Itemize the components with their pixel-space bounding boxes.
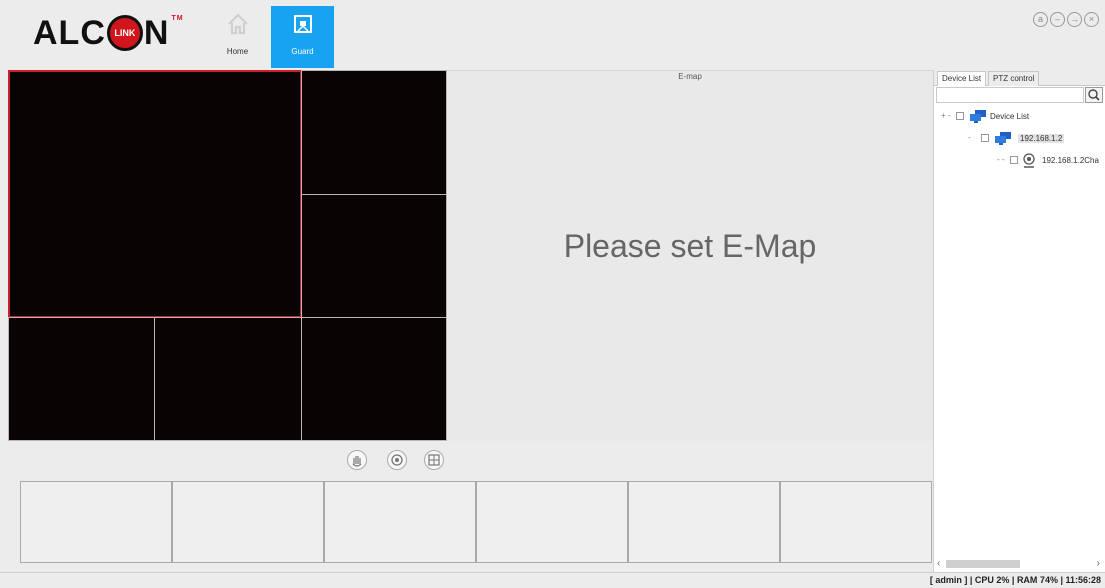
video-cell-3[interactable]	[301, 194, 447, 318]
scroll-right-icon[interactable]: ›	[1097, 558, 1100, 569]
view-toolbar	[8, 441, 933, 481]
logo-badge: LINK	[106, 15, 143, 51]
video-cell-5[interactable]	[154, 317, 302, 441]
hand-icon	[352, 456, 362, 467]
home-icon	[227, 13, 248, 35]
alcon-logo: ALC LINK N TM	[33, 13, 184, 53]
guard-icon	[293, 15, 312, 33]
record-icon	[391, 454, 403, 466]
snapshot-slot[interactable]	[20, 481, 172, 563]
tree-item-label: 192.168.1.2	[1018, 134, 1065, 143]
video-cell-6[interactable]	[301, 317, 447, 441]
camera-icon	[1023, 153, 1035, 168]
nav-home-button[interactable]: Home	[206, 6, 269, 68]
device-panel: Device List PTZ control + - Device List …	[933, 70, 1105, 572]
hand-button[interactable]	[347, 450, 367, 470]
nav-home-label: Home	[226, 47, 249, 56]
system-status-text: [ admin ] | CPU 2% | RAM 74% | 11:56:28	[929, 575, 1101, 585]
device-panel-tabs: Device List PTZ control	[934, 70, 1105, 86]
tree-connector: -	[968, 133, 971, 142]
layout-icon	[428, 454, 440, 466]
snapshot-slot[interactable]	[780, 481, 932, 563]
tree-item-channel[interactable]: - - 192.168.1.2Cha	[934, 152, 1105, 174]
snapshot-slot[interactable]	[476, 481, 628, 563]
tree-item-device-list[interactable]: + - Device List	[934, 108, 1105, 130]
header-bar: ALC LINK N TM Home Guard a – → ×	[0, 0, 1105, 68]
layout-button[interactable]	[424, 450, 444, 470]
emap-placeholder-message: Please set E-Map	[563, 228, 817, 264]
tree-horizontal-scrollbar[interactable]: ‹ ›	[934, 556, 1105, 572]
snapshot-strip	[20, 481, 933, 563]
tree-item-device[interactable]: - 192.168.1.2	[934, 130, 1105, 152]
snapshot-slot[interactable]	[628, 481, 780, 563]
device-tree: + - Device List - 192.168.1.2 - - 192.16…	[934, 108, 1105, 174]
tree-connector: - -	[997, 155, 1005, 164]
video-cell-1[interactable]	[8, 70, 302, 318]
tree-item-label: 192.168.1.2Cha	[1042, 156, 1099, 165]
tab-device-list[interactable]: Device List	[937, 71, 987, 86]
logo-text-right: N	[143, 13, 170, 52]
device-group-icon	[995, 132, 1011, 145]
tree-item-label: Device List	[990, 112, 1030, 121]
tree-checkbox[interactable]	[981, 134, 989, 142]
search-button[interactable]	[1085, 87, 1103, 103]
search-icon	[1088, 89, 1100, 101]
window-controls: a – → ×	[1033, 12, 1099, 27]
logo-trademark: TM	[171, 15, 184, 22]
video-cell-4[interactable]	[8, 317, 155, 441]
logout-icon[interactable]: →	[1067, 12, 1082, 27]
video-grid	[8, 70, 447, 441]
emap-panel: E-map Please set E-Map	[447, 70, 933, 441]
minimize-icon[interactable]: –	[1050, 12, 1065, 27]
settings-icon[interactable]: a	[1033, 12, 1048, 27]
tree-checkbox[interactable]	[1010, 156, 1018, 164]
tree-checkbox[interactable]	[956, 112, 964, 120]
close-icon[interactable]: ×	[1084, 12, 1099, 27]
emap-title: E-map	[678, 72, 702, 81]
tab-ptz-control[interactable]: PTZ control	[988, 71, 1040, 86]
device-search-input[interactable]	[936, 87, 1084, 103]
logo-text-left: ALC	[33, 13, 106, 52]
device-group-icon	[970, 110, 986, 123]
app-window: ALC LINK N TM Home Guard a – → × E-map P…	[0, 0, 1105, 588]
nav-guard-label: Guard	[291, 47, 314, 56]
snapshot-slot[interactable]	[324, 481, 476, 563]
tree-connector: + -	[941, 111, 951, 120]
video-cell-2[interactable]	[301, 70, 447, 195]
record-button[interactable]	[387, 450, 407, 470]
scrollbar-thumb[interactable]	[946, 560, 1020, 568]
scroll-left-icon[interactable]: ‹	[937, 558, 940, 569]
snapshot-slot[interactable]	[172, 481, 324, 563]
device-search-row	[934, 86, 1105, 104]
status-bar: [ admin ] | CPU 2% | RAM 74% | 11:56:28	[0, 572, 1105, 588]
nav-guard-button[interactable]: Guard	[271, 6, 334, 68]
